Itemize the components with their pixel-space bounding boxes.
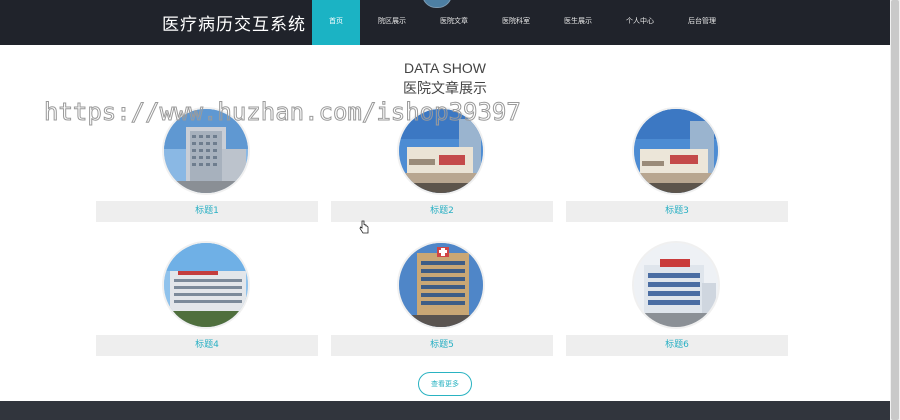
nav-personal-center[interactable]: 个人中心 — [610, 0, 670, 45]
article-photo[interactable] — [162, 241, 250, 329]
page: 医疗病历交互系统 首页 院区展示 医院文章 医院科室 医生展示 个人中心 后台管… — [0, 0, 900, 420]
nav-home[interactable]: 首页 — [312, 0, 360, 45]
card-title[interactable]: 标题2 — [331, 201, 553, 222]
article-photo[interactable] — [632, 241, 720, 329]
top-navigation-bar: 医疗病历交互系统 首页 院区展示 医院文章 医院科室 医生展示 个人中心 后台管… — [0, 0, 890, 45]
article-card[interactable]: 标题3 — [566, 107, 788, 237]
scrollbar-thumb[interactable] — [891, 0, 899, 420]
hospital-building-image — [399, 243, 483, 327]
article-card[interactable]: 标题4 — [96, 241, 318, 371]
nav-hospital-articles[interactable]: 医院文章 — [424, 0, 484, 45]
card-title[interactable]: 标题5 — [331, 335, 553, 356]
scrollbar[interactable] — [890, 0, 900, 420]
article-photo[interactable] — [632, 107, 720, 195]
article-card[interactable]: 标题5 — [331, 241, 553, 371]
hospital-building-image — [164, 243, 248, 327]
section-title-cn: 医院文章展示 — [403, 81, 487, 97]
article-photo[interactable] — [397, 107, 485, 195]
card-title[interactable]: 标题3 — [566, 201, 788, 222]
hospital-building-image — [634, 109, 718, 193]
site-brand[interactable]: 医疗病历交互系统 — [162, 10, 306, 35]
card-title[interactable]: 标题1 — [96, 201, 318, 222]
hospital-building-image — [399, 109, 483, 193]
article-card[interactable]: 标题1 — [96, 107, 318, 237]
article-photo[interactable] — [162, 107, 250, 195]
footer — [0, 401, 890, 420]
main-nav: 首页 院区展示 医院文章 医院科室 医生展示 个人中心 后台管理 — [312, 0, 734, 45]
section-title-en: DATA SHOW — [404, 60, 486, 76]
nav-campus-showcase[interactable]: 院区展示 — [362, 0, 422, 45]
hand-cursor-icon — [359, 220, 369, 234]
hospital-building-image — [634, 243, 718, 327]
nav-departments[interactable]: 医院科室 — [486, 0, 546, 45]
article-card[interactable]: 标题6 — [566, 241, 788, 371]
article-photo[interactable] — [397, 241, 485, 329]
article-card[interactable]: 标题2 — [331, 107, 553, 237]
card-title[interactable]: 标题6 — [566, 335, 788, 356]
hospital-building-image — [164, 109, 248, 193]
nav-doctors[interactable]: 医生展示 — [548, 0, 608, 45]
nav-admin[interactable]: 后台管理 — [672, 0, 732, 45]
card-title[interactable]: 标题4 — [96, 335, 318, 356]
view-more-button[interactable]: 查看更多 — [418, 372, 472, 396]
